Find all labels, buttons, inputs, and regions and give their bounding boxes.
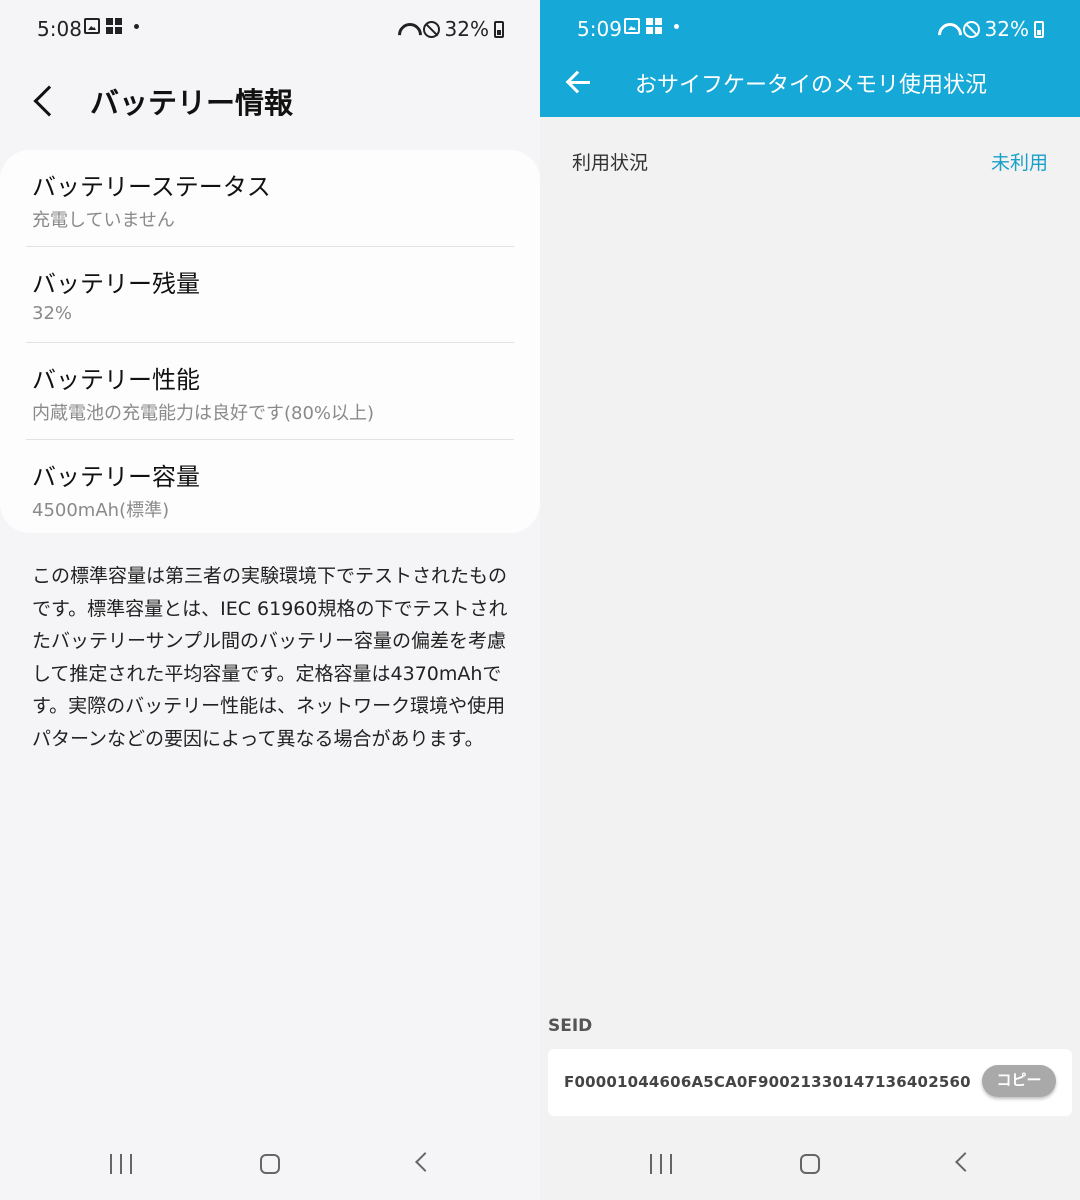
navigation-bar — [0, 1138, 540, 1200]
row-title: バッテリー残量 — [32, 269, 200, 298]
wifi-icon — [936, 21, 958, 37]
row-battery-status[interactable]: バッテリーステータス 充電していません — [26, 150, 514, 247]
copy-button[interactable]: コピー — [982, 1065, 1056, 1097]
row-title: バッテリー性能 — [32, 366, 200, 394]
wifi-icon — [396, 21, 418, 37]
usage-row: 利用状況 未利用 — [540, 117, 1080, 207]
row-subtitle: 32% — [32, 302, 73, 324]
row-subtitle: 充電していません — [32, 210, 175, 231]
image-icon — [624, 18, 640, 34]
status-time: 5:09 — [577, 17, 622, 41]
page-header: バッテリー情報 — [28, 80, 293, 122]
capacity-note: この標準容量は第三者の実験環境下でテストされたものです。標準容量とは、IEC 6… — [32, 565, 508, 750]
status-time: 5:08 — [37, 17, 82, 41]
battery-percent: 32% — [444, 17, 489, 41]
row-battery-level[interactable]: バッテリー残量 32% — [26, 247, 514, 343]
app-bar: おサイフケータイのメモリ使用状況 — [540, 50, 1080, 117]
back-chevron-icon[interactable] — [33, 85, 65, 117]
home-icon[interactable] — [260, 1154, 280, 1174]
status-bar: 5:08 32% — [0, 0, 540, 60]
seid-value: F00001044606A5CA0F90021330147136402560 — [564, 1073, 971, 1091]
battery-icon — [1034, 20, 1044, 38]
seid-label: SEID — [548, 1016, 593, 1036]
seid-box: F00001044606A5CA0F90021330147136402560 コ… — [548, 1049, 1072, 1116]
grid-icon — [646, 18, 662, 34]
notification-dot-icon — [674, 23, 679, 29]
dnd-icon — [422, 20, 440, 38]
row-title: バッテリー容量 — [32, 462, 200, 491]
navigation-bar — [540, 1138, 1080, 1200]
osaifu-memory-screen: 5:09 32% おサイフケータイのメモリ使用状況 利用状況 未利用 SEID … — [540, 0, 1080, 1200]
row-battery-performance[interactable]: バッテリー性能 内蔵電池の充電能力は良好です(80%以上) — [26, 343, 514, 440]
row-title: バッテリーステータス — [32, 173, 271, 201]
usage-label: 利用状況 — [572, 152, 649, 174]
dnd-icon — [962, 20, 980, 38]
notification-dot-icon — [134, 23, 139, 29]
page-title: おサイフケータイのメモリ使用状況 — [635, 73, 988, 98]
grid-icon — [106, 18, 122, 34]
battery-icon — [494, 20, 504, 38]
row-subtitle: 4500mAh(標準) — [32, 499, 170, 521]
usage-value: 未利用 — [990, 152, 1048, 174]
battery-info-card: バッテリーステータス 充電していません バッテリー残量 32% バッテリー性能 … — [0, 150, 540, 533]
row-battery-capacity[interactable]: バッテリー容量 4500mAh(標準) — [26, 440, 514, 537]
nav-back-icon[interactable] — [955, 1152, 975, 1172]
nav-back-icon[interactable] — [415, 1152, 435, 1172]
recent-apps-icon[interactable] — [650, 1154, 672, 1174]
battery-info-screen: 5:08 32% バッテリー情報 バッテリーステータス 充電していません バッテ… — [0, 0, 540, 1200]
page-title: バッテリー情報 — [90, 86, 294, 120]
battery-percent: 32% — [984, 17, 1029, 41]
recent-apps-icon[interactable] — [110, 1154, 132, 1174]
image-icon — [84, 18, 100, 34]
home-icon[interactable] — [800, 1154, 820, 1174]
row-subtitle: 内蔵電池の充電能力は良好です(80%以上) — [32, 403, 375, 424]
back-arrow-icon[interactable] — [566, 70, 590, 94]
